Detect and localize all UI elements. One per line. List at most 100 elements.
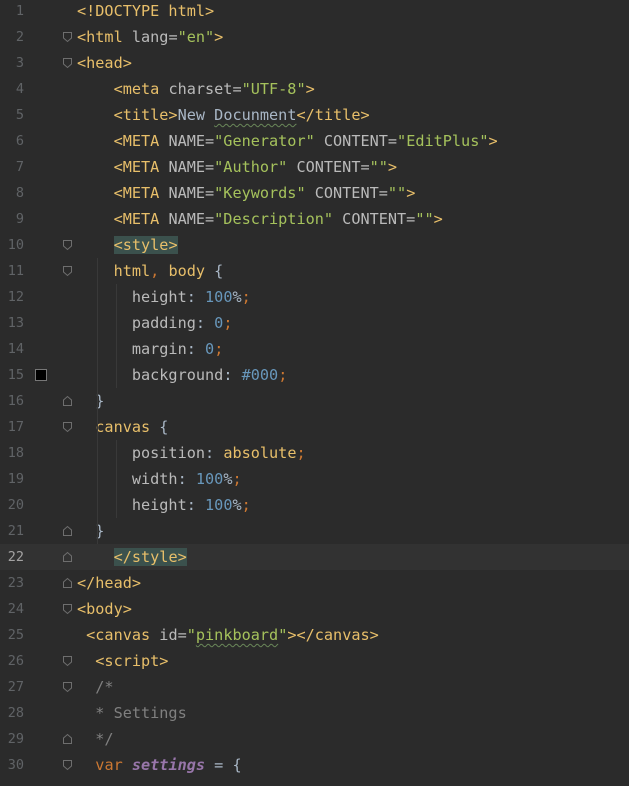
code-token: CONTENT= xyxy=(333,210,416,228)
code-text[interactable]: </style> xyxy=(77,544,187,570)
line-number: 29 xyxy=(7,731,24,747)
code-line[interactable]: 16 } xyxy=(0,388,629,414)
code-token: </style> xyxy=(113,548,187,566)
code-line[interactable]: 24 <body> xyxy=(0,596,629,622)
code-text[interactable]: <META NAME="Keywords" CONTENT=""> xyxy=(77,180,416,206)
code-text[interactable]: margin: 0; xyxy=(77,336,223,362)
code-text[interactable]: </head> xyxy=(77,570,141,596)
code-line[interactable]: 5 <title>New Docunment</title> xyxy=(0,102,629,128)
fold-open-icon[interactable] xyxy=(62,265,73,277)
fold-open-icon[interactable] xyxy=(62,239,73,251)
code-token: : xyxy=(177,470,196,488)
code-line[interactable]: 26 <script> xyxy=(0,648,629,674)
code-line[interactable]: 27 /* xyxy=(0,674,629,700)
code-line[interactable]: 3 <head> xyxy=(0,50,629,76)
code-line[interactable]: 11 html, body { xyxy=(0,258,629,284)
code-text[interactable]: background: #000; xyxy=(77,362,287,388)
line-number: 1 xyxy=(15,3,24,19)
fold-open-icon[interactable] xyxy=(62,421,73,433)
fold-open-icon[interactable] xyxy=(62,603,73,615)
code-text[interactable]: <!DOCTYPE html> xyxy=(77,0,214,24)
code-token: 0 xyxy=(214,314,224,332)
code-token: , xyxy=(150,262,169,280)
code-text[interactable]: width: 100%; xyxy=(77,466,242,492)
code-line[interactable]: 29 */ xyxy=(0,726,629,752)
code-text[interactable]: <META NAME="Generator" CONTENT="EditPlus… xyxy=(77,128,498,154)
code-line[interactable]: 7 <META NAME="Author" CONTENT=""> xyxy=(0,154,629,180)
code-token: "Keywords" xyxy=(214,184,306,202)
code-text[interactable]: position: absolute; xyxy=(77,440,306,466)
color-swatch-icon[interactable] xyxy=(35,369,47,381)
fold-close-icon[interactable] xyxy=(62,733,73,745)
code-line[interactable]: 13 padding: 0; xyxy=(0,310,629,336)
line-number: 18 xyxy=(7,445,24,461)
code-line[interactable]: 19 width: 100%; xyxy=(0,466,629,492)
code-line[interactable]: 12 height: 100%; xyxy=(0,284,629,310)
code-text[interactable]: <META NAME="Author" CONTENT=""> xyxy=(77,154,398,180)
line-number: 19 xyxy=(7,471,24,487)
code-line[interactable]: 6 <META NAME="Generator" CONTENT="EditPl… xyxy=(0,128,629,154)
code-token: "" xyxy=(369,158,388,176)
code-editor[interactable]: 1 <!DOCTYPE html> 2 <html lang="en"> 3 <head>… xyxy=(0,0,629,786)
code-text[interactable]: */ xyxy=(77,726,113,752)
line-number: 30 xyxy=(7,757,24,773)
code-line[interactable]: 23 </head> xyxy=(0,570,629,596)
code-token: NAME= xyxy=(168,184,215,202)
code-text[interactable]: canvas { xyxy=(77,414,168,440)
code-token: > xyxy=(433,210,443,228)
code-text[interactable]: html, body { xyxy=(77,258,224,284)
code-token: <META xyxy=(77,210,169,228)
fold-open-icon[interactable] xyxy=(62,655,73,667)
code-text[interactable]: height: 100%; xyxy=(77,284,251,310)
code-text[interactable]: <body> xyxy=(77,596,132,622)
code-line[interactable]: 9 <META NAME="Description" CONTENT=""> xyxy=(0,206,629,232)
fold-close-icon[interactable] xyxy=(62,395,73,407)
code-token: ; xyxy=(241,496,251,514)
code-line[interactable]: 8 <META NAME="Keywords" CONTENT=""> xyxy=(0,180,629,206)
fold-close-icon[interactable] xyxy=(62,525,73,537)
code-token: <!DOCTYPE html> xyxy=(77,2,215,20)
code-line[interactable]: 10 <style> xyxy=(0,232,629,258)
code-text[interactable]: <META NAME="Description" CONTENT=""> xyxy=(77,206,443,232)
code-text[interactable]: <head> xyxy=(77,50,132,76)
code-text[interactable]: } xyxy=(77,518,104,544)
code-text[interactable]: <html lang="en"> xyxy=(77,24,223,50)
code-token: <canvas xyxy=(77,626,160,644)
code-line[interactable]: 20 height: 100%; xyxy=(0,492,629,518)
line-number: 2 xyxy=(15,29,24,45)
fold-open-icon[interactable] xyxy=(62,759,73,771)
code-text[interactable]: } xyxy=(77,388,104,414)
code-text[interactable]: padding: 0; xyxy=(77,310,233,336)
fold-close-icon[interactable] xyxy=(62,551,73,563)
code-line[interactable]: 4 <meta charset="UTF-8"> xyxy=(0,76,629,102)
code-text[interactable]: <meta charset="UTF-8"> xyxy=(77,76,315,102)
code-line[interactable]: 21 } xyxy=(0,518,629,544)
code-text[interactable]: <script> xyxy=(77,648,168,674)
code-token: NAME= xyxy=(168,210,215,228)
code-line[interactable]: 1 <!DOCTYPE html> xyxy=(0,0,629,24)
code-line[interactable]: 2 <html lang="en"> xyxy=(0,24,629,50)
code-text[interactable]: <title>New Docunment</title> xyxy=(77,102,370,128)
code-text[interactable]: <style> xyxy=(77,232,178,258)
code-line[interactable]: 15 background: #000; xyxy=(0,362,629,388)
fold-open-icon[interactable] xyxy=(62,31,73,43)
code-text[interactable]: height: 100%; xyxy=(77,492,251,518)
line-number: 25 xyxy=(7,627,24,643)
code-line[interactable]: 25 <canvas id="pinkboard"></canvas> xyxy=(0,622,629,648)
fold-close-icon[interactable] xyxy=(62,577,73,589)
indent-guide xyxy=(97,258,98,544)
code-line[interactable]: 30 var settings = { xyxy=(0,752,629,778)
code-line[interactable]: 18 position: absolute; xyxy=(0,440,629,466)
code-text[interactable]: * Settings xyxy=(77,700,186,726)
fold-open-icon[interactable] xyxy=(62,681,73,693)
code-line[interactable]: 28 * Settings xyxy=(0,700,629,726)
code-line[interactable]: 17 canvas { xyxy=(0,414,629,440)
code-line[interactable]: 22 </style> xyxy=(0,544,629,570)
code-text[interactable]: <canvas id="pinkboard"></canvas> xyxy=(77,622,379,648)
code-line[interactable]: 14 margin: 0; xyxy=(0,336,629,362)
code-text[interactable]: /* xyxy=(77,674,113,700)
code-text[interactable]: var settings = { xyxy=(77,752,241,778)
fold-open-icon[interactable] xyxy=(62,57,73,69)
code-token: <head> xyxy=(77,54,132,72)
